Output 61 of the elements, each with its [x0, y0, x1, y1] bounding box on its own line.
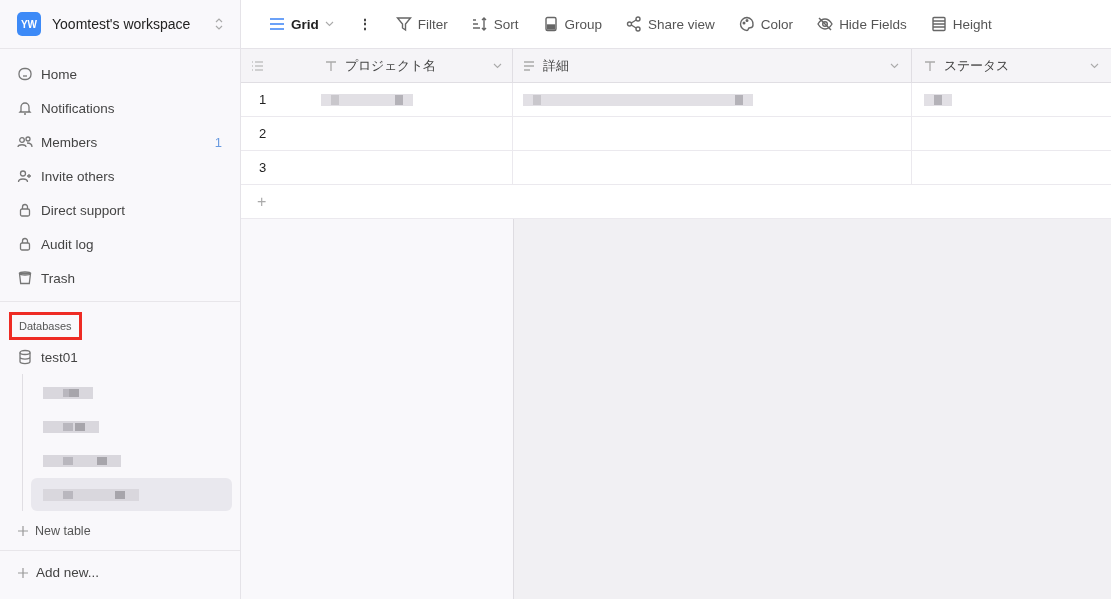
lock-icon — [17, 202, 33, 218]
column-header[interactable]: ステータス — [912, 49, 1111, 82]
column-header[interactable]: プロジェクト名 — [313, 49, 513, 82]
nav-item[interactable]: Home — [0, 57, 240, 91]
toolbar-button[interactable]: Share view — [616, 12, 725, 36]
text-type-icon — [325, 59, 337, 72]
database-icon — [17, 349, 33, 365]
paragraph-icon — [523, 59, 535, 72]
nav-item[interactable]: Audit log — [0, 227, 240, 261]
nav-item[interactable]: Trash — [0, 261, 240, 295]
blurred-text — [924, 93, 952, 106]
toolbar-button[interactable]: Grid — [259, 12, 344, 36]
trash-icon — [17, 270, 33, 286]
toolbar-button[interactable]: Filter — [385, 12, 458, 36]
nav-item[interactable]: Direct support — [0, 193, 240, 227]
plus-icon — [18, 526, 28, 536]
toolbar-button[interactable]: Group — [532, 12, 613, 36]
table-item[interactable] — [31, 478, 232, 511]
toolbar-button[interactable]: Color — [728, 12, 804, 36]
nav-item[interactable]: Invite others — [0, 159, 240, 193]
text-type-icon — [924, 59, 936, 72]
lock-icon — [17, 236, 33, 252]
chevron-updown-icon[interactable] — [215, 17, 223, 31]
group-icon — [542, 16, 559, 32]
bell-icon — [17, 100, 33, 116]
chevron-down-icon — [1090, 62, 1099, 69]
member-count: 1 — [214, 134, 222, 150]
blurred-text — [43, 420, 99, 433]
workspace-name[interactable]: Yoomtest's workspace — [52, 16, 204, 32]
toolbar-button[interactable]: Height — [920, 12, 1002, 36]
plus-icon — [18, 567, 28, 578]
members-icon — [17, 134, 33, 150]
row-number: 2 — [258, 126, 267, 141]
chevron-down-icon — [324, 21, 334, 27]
column-header[interactable]: 詳細 — [513, 49, 912, 82]
add-new-button[interactable]: Add new... — [0, 551, 240, 594]
table-row[interactable]: 1 — [241, 83, 1111, 117]
toolbar-button[interactable]: Hide Fields — [807, 12, 917, 36]
nav-item[interactable]: Members 1 — [0, 125, 240, 159]
height-icon — [930, 16, 947, 32]
table-row[interactable]: 2 — [241, 117, 1111, 151]
chevron-down-icon — [890, 62, 899, 69]
invite-icon — [17, 168, 33, 184]
database-item[interactable]: test01 — [0, 340, 240, 374]
section-label: Databases — [9, 312, 82, 340]
grid-icon — [269, 16, 285, 32]
nav-item[interactable]: Notifications — [0, 91, 240, 125]
toolbar-button[interactable]: Sort — [461, 12, 529, 36]
blurred-text — [43, 386, 93, 399]
new-table-button[interactable]: New table — [0, 512, 240, 540]
row-number: 3 — [258, 160, 267, 175]
sort-icon — [471, 16, 488, 32]
home-icon — [17, 66, 33, 82]
row-number: 1 — [258, 92, 267, 107]
color-icon — [738, 16, 755, 32]
hide-icon — [817, 16, 834, 32]
chevron-down-icon — [493, 62, 502, 69]
filter-icon — [395, 16, 412, 32]
more-button[interactable]: ⋮ — [347, 12, 382, 36]
row-number-icon — [251, 59, 263, 72]
share-icon — [626, 16, 643, 32]
